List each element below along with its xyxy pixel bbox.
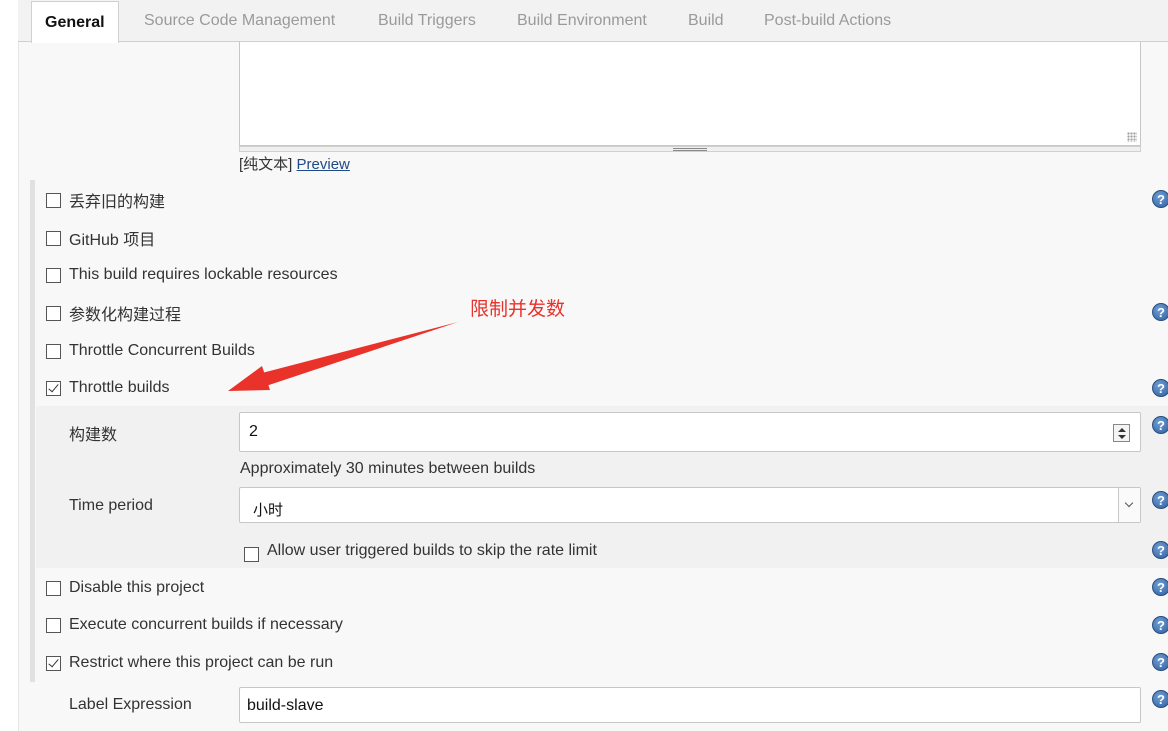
spinner-up-icon[interactable] [1118,428,1126,432]
help-icon[interactable]: ? [1152,303,1168,321]
help-icon[interactable]: ? [1152,416,1168,434]
tab-post-build-actions[interactable]: Post-build Actions [764,0,891,42]
option-concurrent-builds: Execute concurrent builds if necessary [46,613,343,637]
throttle-builds-label: Throttle builds [69,379,170,396]
allow-user-skip-checkbox[interactable] [244,546,259,562]
tab-build-triggers[interactable]: Build Triggers [378,0,476,42]
lockable-resources-label: This build requires lockable resources [69,266,338,283]
label-expression-value: build-slave [247,697,324,714]
tab-build[interactable]: Build [688,0,724,42]
discard-old-builds-label: 丢弃旧的构建 [69,194,166,211]
chevron-down-icon[interactable] [1118,488,1140,522]
help-icon[interactable]: ? [1152,379,1168,397]
help-icon[interactable]: ? [1152,616,1168,634]
option-discard-old-builds: 丢弃旧的构建 [46,188,165,212]
discard-old-builds-checkbox[interactable] [46,192,61,208]
help-icon[interactable]: ? [1152,690,1168,708]
parameterized-label: 参数化构建过程 [69,307,182,324]
number-spinner[interactable] [1113,424,1130,442]
spinner-down-icon[interactable] [1118,435,1126,439]
option-lockable-resources: This build requires lockable resources [46,263,338,287]
help-icon[interactable]: ? [1152,541,1168,559]
annotation-text: 限制并发数 [470,299,566,320]
option-allow-user-skip: Allow user triggered builds to skip the … [244,539,597,563]
description-format-line: [纯文本] Preview [239,153,350,174]
throttle-hint-text: Approximately 30 minutes between builds [240,460,536,477]
option-throttle-builds: Throttle builds [46,376,170,400]
build-count-label: 构建数 [69,427,118,444]
allow-user-skip-label: Allow user triggered builds to skip the … [267,542,597,559]
lockable-resources-checkbox[interactable] [46,267,61,283]
github-project-label: GitHub 项目 [69,232,156,249]
description-textarea[interactable] [239,42,1141,146]
time-period-label: Time period [69,497,153,514]
restrict-where-label: Restrict where this project can be run [69,654,334,671]
label-expression-label: Label Expression [69,696,192,713]
preview-link[interactable]: Preview [297,156,350,173]
concurrent-builds-checkbox[interactable] [46,617,61,633]
build-count-value: 2 [249,423,258,440]
disable-project-label: Disable this project [69,579,205,596]
parameterized-checkbox[interactable] [46,305,61,321]
resize-grip-icon[interactable] [1127,132,1137,142]
throttle-builds-checkbox[interactable] [46,380,61,396]
help-icon[interactable]: ? [1152,491,1168,509]
help-icon[interactable]: ? [1152,190,1168,208]
config-tab-bar: General Source Code Management Build Tri… [18,0,1168,43]
textarea-splitter[interactable] [239,146,1141,152]
tab-general[interactable]: General [31,1,119,43]
disable-project-checkbox[interactable] [46,580,61,596]
throttle-concurrent-label: Throttle Concurrent Builds [69,342,255,359]
option-parameterized: 参数化构建过程 [46,301,181,325]
option-restrict-where: Restrict where this project can be run [46,651,333,675]
format-label: [纯文本] [239,156,293,173]
restrict-where-checkbox[interactable] [46,655,61,671]
label-expression-input[interactable]: build-slave [239,687,1141,723]
concurrent-builds-label: Execute concurrent builds if necessary [69,616,343,633]
github-project-checkbox[interactable] [46,230,61,246]
tab-source-code-management[interactable]: Source Code Management [144,0,335,42]
option-throttle-concurrent: Throttle Concurrent Builds [46,339,255,363]
option-disable-project: Disable this project [46,576,204,600]
section-guide-bar [30,180,35,682]
tab-build-environment[interactable]: Build Environment [517,0,647,42]
time-period-select[interactable]: 小时 [239,487,1141,523]
splitter-grip-icon [673,148,707,151]
help-icon[interactable]: ? [1152,578,1168,596]
help-icon[interactable]: ? [1152,653,1168,671]
time-period-value: 小时 [253,502,284,519]
build-count-input[interactable]: 2 [239,412,1141,452]
throttle-concurrent-checkbox[interactable] [46,343,61,359]
option-github-project: GitHub 项目 [46,226,155,250]
